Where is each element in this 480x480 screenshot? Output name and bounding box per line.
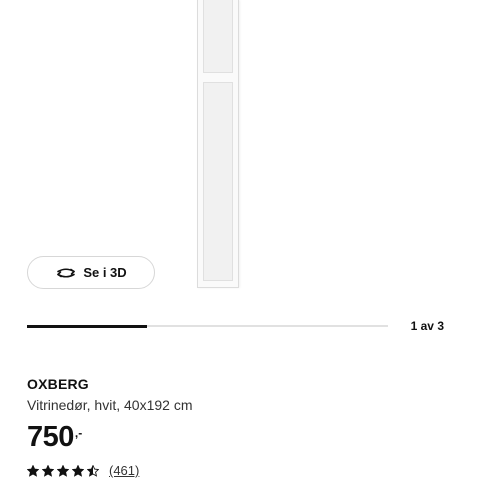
product-description: Vitrinedør, hvit, 40x192 cm xyxy=(27,397,193,413)
carousel-progress-track xyxy=(27,324,388,328)
view-in-3d-label: Se i 3D xyxy=(83,265,127,280)
rotate-3d-icon xyxy=(55,266,77,280)
glass-pane-bottom xyxy=(203,82,233,281)
price-suffix: ,- xyxy=(74,426,83,440)
star-full-icon xyxy=(57,464,69,477)
carousel-progress-fill xyxy=(27,324,148,328)
star-full-icon xyxy=(42,464,54,477)
product-image[interactable] xyxy=(0,0,480,300)
product-price: 750 ,- xyxy=(27,421,82,453)
door-illustration xyxy=(197,0,239,288)
star-full-icon xyxy=(72,464,84,477)
view-in-3d-button[interactable]: Se i 3D xyxy=(27,256,155,289)
star-half-icon xyxy=(87,464,99,477)
star-full-icon xyxy=(27,464,39,477)
glass-pane-top xyxy=(203,0,233,73)
rating-stars xyxy=(27,464,99,477)
review-count-link[interactable]: (461) xyxy=(109,463,139,478)
product-name[interactable]: OXBERG xyxy=(27,376,89,392)
product-rating[interactable]: (461) xyxy=(27,463,139,478)
price-integer: 750 xyxy=(27,421,74,453)
carousel-page-indicator: 1 av 3 xyxy=(410,319,444,333)
